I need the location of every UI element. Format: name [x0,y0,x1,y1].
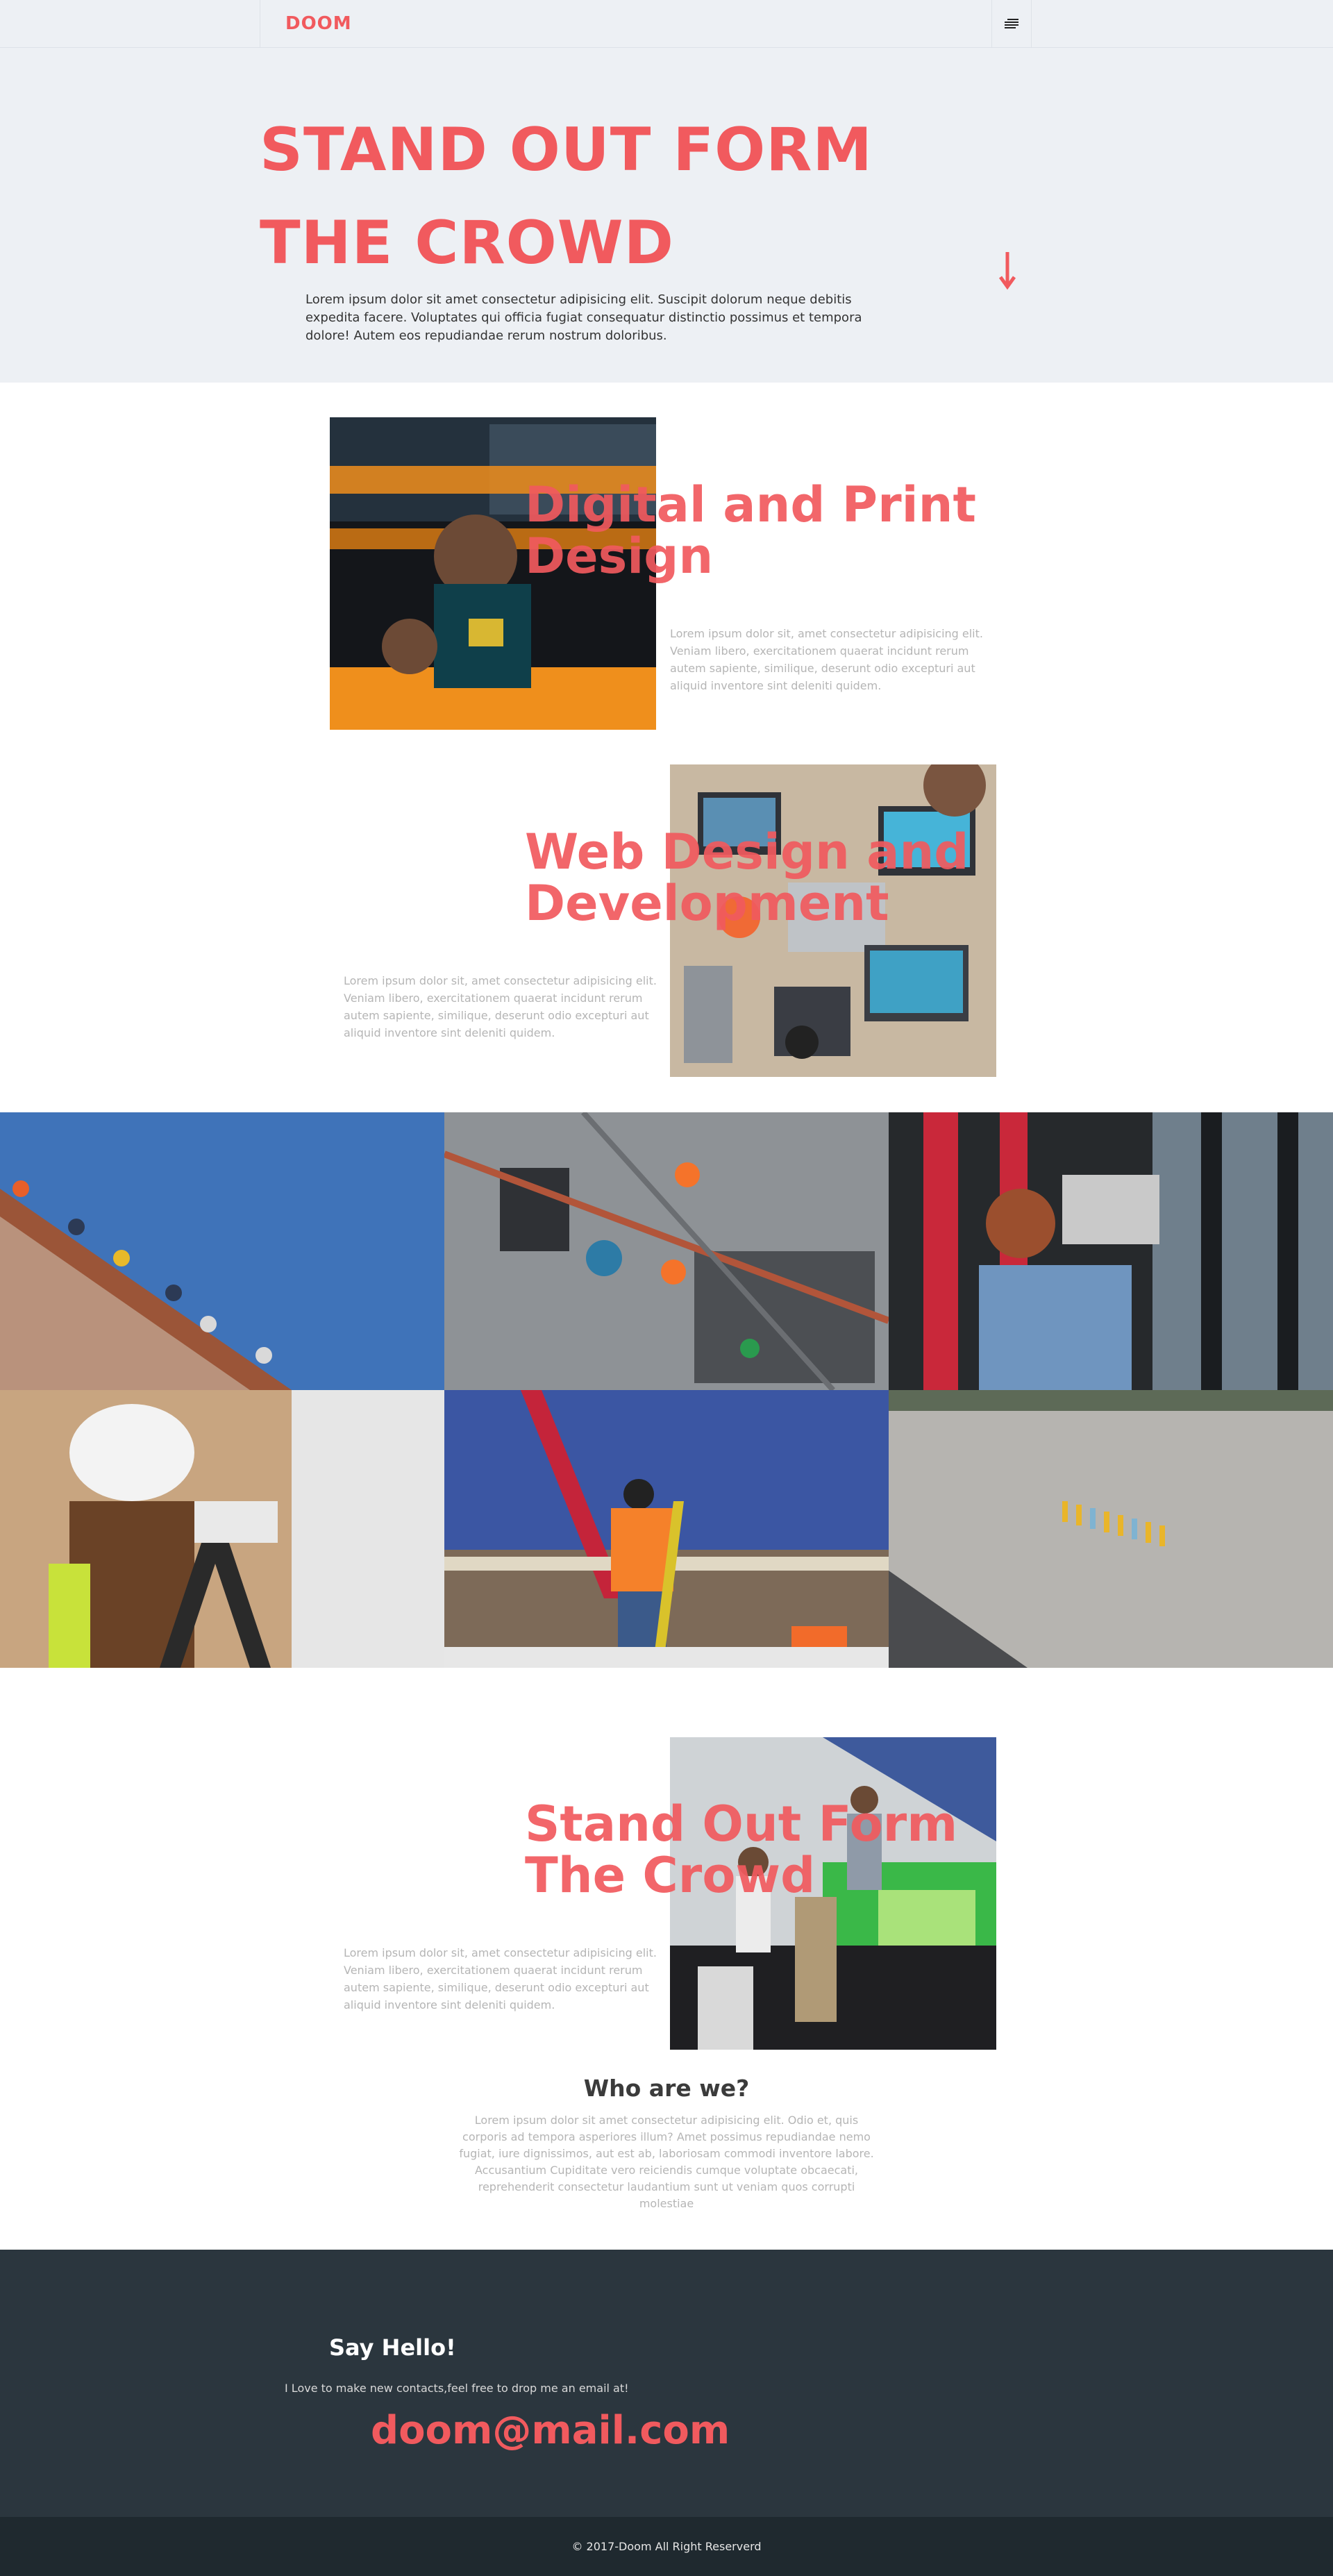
brand-container: DOOM [260,0,352,47]
service-title-crowd: Stand Out Form The Crowd [525,1796,958,1904]
arrow-down-icon[interactable] [997,249,1018,291]
gallery-image-rebar-site[interactable] [444,1112,889,1390]
hero-title: STAND OUT FORM THE CROWD [260,115,873,278]
who-are-we-text: Lorem ipsum dolor sit amet consectetur a… [459,2114,874,2210]
footer-bar: © 2017-Doom All Right Reserverd [0,2517,1333,2576]
contact-lead-text: I Love to make new contacts,feel free to… [285,2382,629,2395]
contact-section: Say Hello! I Love to make new contacts,f… [0,2250,1333,2517]
hamburger-menu-icon [1005,19,1018,28]
brand-logo[interactable]: DOOM [285,13,352,34]
service-text-web-design: Lorem ipsum dolor sit, amet consectetur … [344,974,657,1039]
who-are-we-title: Who are we? [583,2075,750,2102]
contact-email-link[interactable]: doom@mail.com [371,2408,730,2453]
service-text-print-design: Lorem ipsum dolor sit, amet consectetur … [670,627,983,692]
gallery-image-slab-team[interactable] [889,1390,1333,1668]
hero-text: Lorem ipsum dolor sit amet consectetur a… [305,292,862,343]
gallery-image-welder[interactable] [889,1112,1333,1390]
service-title-print-design: Digital and Print Design [525,476,976,585]
service-title-web-design: Web Design and Development [525,823,969,932]
service-text-crowd: Lorem ipsum dolor sit, amet consectetur … [344,1946,657,2012]
top-navbar: DOOM [0,0,1333,48]
copyright-text: © 2017-Doom All Right Reserverd [571,2540,762,2553]
menu-button[interactable] [991,0,1032,47]
gallery-image-surveyor[interactable] [0,1390,444,1668]
photo-gallery [0,1112,1333,1668]
gallery-image-roof-workers[interactable] [0,1112,444,1390]
contact-title: Say Hello! [329,2334,456,2361]
hero-section: STAND OUT FORM THE CROWD Lorem ipsum dol… [0,48,1333,383]
gallery-image-crane[interactable] [444,1390,889,1668]
